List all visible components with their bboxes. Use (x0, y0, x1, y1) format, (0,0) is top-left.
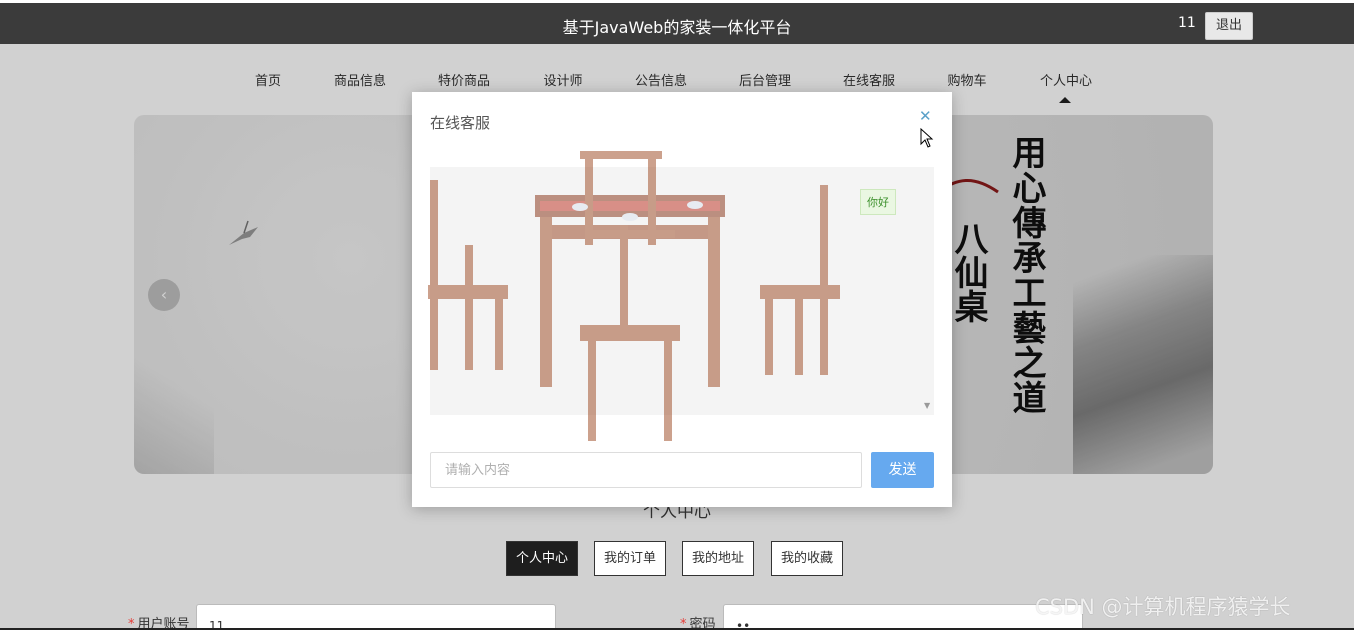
close-icon[interactable]: ✕ (919, 107, 932, 125)
site-title: 基于JavaWeb的家装一体化平台 (562, 18, 792, 37)
watermark: CSDN @计算机程序猿学长 (1035, 595, 1291, 619)
tab-favorites[interactable]: 我的收藏 (771, 541, 844, 576)
scroll-down-icon[interactable]: ▼ (924, 401, 930, 410)
username: 11 (1178, 15, 1196, 31)
mouse-cursor-icon (920, 128, 934, 148)
logout-button[interactable]: 退出 (1205, 12, 1253, 40)
account-input[interactable]: 11 (196, 604, 556, 630)
tab-addresses[interactable]: 我的地址 (682, 541, 755, 576)
tab-profile[interactable]: 个人中心 (506, 541, 579, 576)
furniture-image (428, 151, 840, 441)
chat-message-input[interactable] (430, 452, 862, 488)
password-input[interactable]: •• (723, 604, 1083, 630)
modal-title: 在线客服 (430, 114, 491, 132)
send-button[interactable]: 发送 (871, 452, 934, 488)
top-bar: 基于JavaWeb的家装一体化平台 11 退出 (0, 0, 1354, 44)
tab-orders[interactable]: 我的订单 (594, 541, 667, 576)
